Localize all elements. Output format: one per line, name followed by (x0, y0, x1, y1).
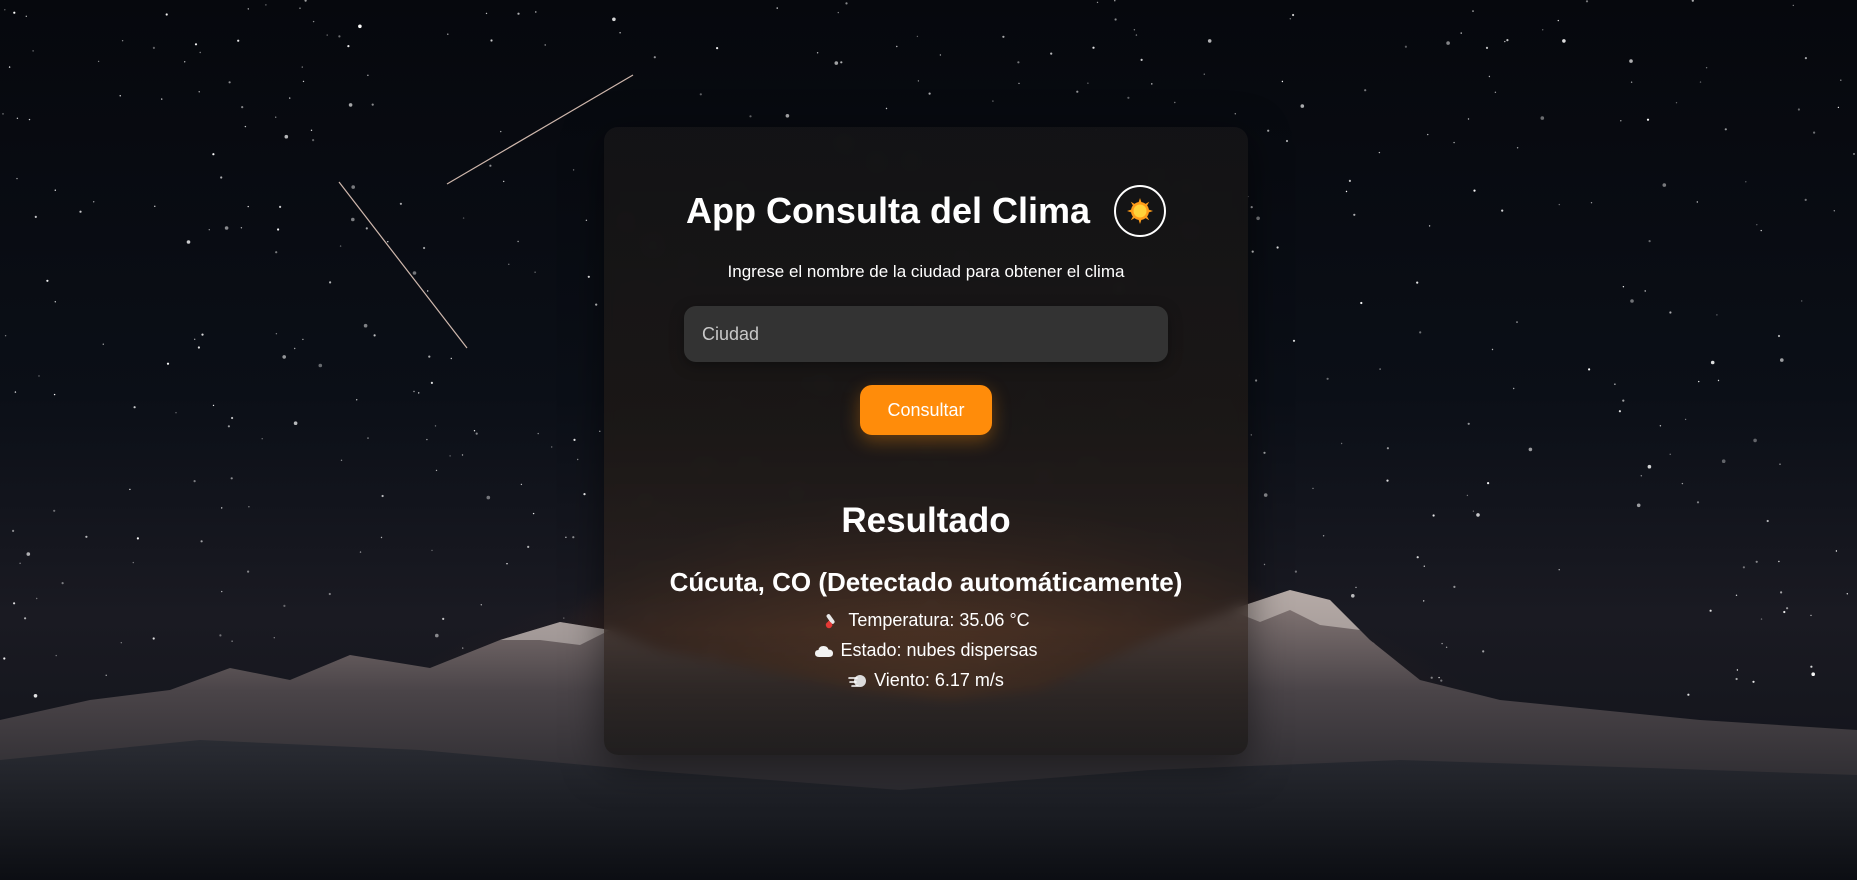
wind-text: Viento: 6.17 m/s (874, 670, 1004, 690)
cloud-icon (814, 641, 834, 661)
theme-toggle-button[interactable] (1114, 185, 1167, 237)
temperature-line: Temperatura: 35.06 °C (604, 610, 1248, 631)
result-heading: Resultado (841, 501, 1011, 540)
state-line: Estado: nubes dispersas (604, 640, 1248, 661)
thermometer-icon (822, 611, 842, 631)
header: App Consulta del Clima (604, 185, 1248, 237)
state-text: Estado: nubes dispersas (840, 640, 1038, 660)
wind-icon (848, 671, 868, 691)
temperature-text: Temperatura: 35.06 °C (848, 610, 1030, 630)
city-input[interactable] (684, 306, 1168, 362)
weather-card: App Consulta del Clima Ingrese el nombre… (604, 127, 1248, 755)
instructions-text: Ingrese el nombre de la ciudad para obte… (727, 262, 1125, 281)
page-title: App Consulta del Clima (685, 190, 1091, 231)
result-location: Cúcuta, CO (Detectado automáticamente) (669, 567, 1183, 597)
wind-line: Viento: 6.17 m/s (604, 670, 1248, 691)
consult-button[interactable]: Consultar (860, 385, 992, 435)
sun-icon (1127, 198, 1154, 224)
